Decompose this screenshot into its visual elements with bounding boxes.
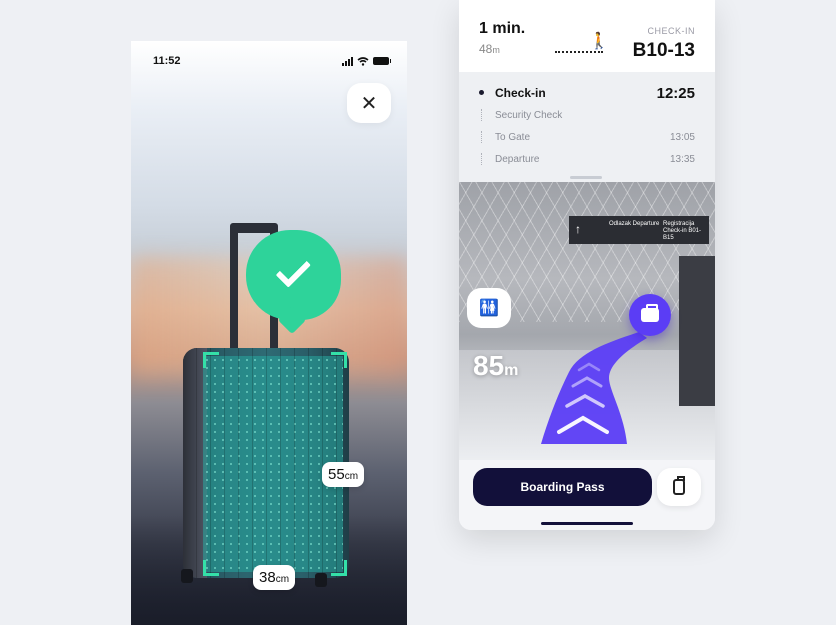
luggage-icon [673, 476, 685, 495]
walk-indicator: 🚶 [555, 32, 611, 56]
close-button[interactable]: ✕ [347, 83, 391, 123]
luggage-button[interactable] [657, 468, 701, 506]
home-indicator[interactable] [541, 522, 633, 525]
route-summary: 1 min. 48m 🚶 CHECK-IN B10-13 [459, 0, 715, 72]
ar-distance-unit: m [504, 362, 519, 379]
check-bubble [246, 230, 341, 320]
height-label: 55cm [322, 462, 365, 487]
scan-corner-top-right [331, 352, 347, 368]
timeline-time: 13:35 [669, 153, 695, 165]
status-time: 11:52 [153, 55, 181, 67]
baggage-icon [641, 304, 659, 322]
checkin-gate: B10-13 [632, 40, 695, 61]
timeline-label: Security Check [495, 109, 563, 121]
timeline-label: Departure [495, 153, 540, 165]
timeline-time: 13:05 [669, 131, 695, 143]
height-value: 55 [328, 466, 345, 483]
close-icon: ✕ [360, 92, 378, 115]
timeline-label: Check-in [495, 86, 546, 100]
timeline-time: 12:25 [656, 84, 695, 102]
timeline-tick [481, 109, 482, 121]
walk-distance-value: 48 [479, 42, 493, 56]
signal-icon [342, 56, 353, 66]
timeline-item-gate[interactable]: To Gate 13:05 [479, 126, 695, 148]
height-unit: cm [344, 471, 359, 482]
boarding-pass-button[interactable]: Boarding Pass [473, 468, 652, 506]
baggage-marker[interactable] [629, 294, 671, 336]
sheet-grabber[interactable] [570, 176, 602, 179]
scan-corner-bottom-left [203, 560, 219, 576]
status-icons [342, 56, 391, 66]
restroom-icon: 🚻 [479, 300, 499, 317]
walk-distance-unit: m [492, 45, 500, 55]
restroom-marker[interactable]: 🚻 [467, 288, 511, 328]
status-bar: 11:52 [131, 51, 407, 71]
luggage-handle-grip [230, 223, 278, 233]
timeline[interactable]: Check-in 12:25 Security Check To Gate 13… [459, 72, 715, 182]
scan-corner-top-left [203, 352, 219, 368]
ar-camera-view: ↑ Odlazak Departure Registracija Check-i… [459, 182, 715, 460]
battery-icon [373, 57, 391, 65]
checkmark-icon [275, 252, 311, 288]
timeline-item-checkin[interactable]: Check-in 12:25 [479, 82, 695, 104]
wifi-icon [357, 56, 369, 66]
bottom-actions: Boarding Pass [459, 460, 715, 530]
timeline-item-departure[interactable]: Departure 13:35 [479, 148, 695, 170]
walk-path-dots [555, 51, 603, 53]
timeline-label: To Gate [495, 131, 531, 143]
wheel-right [315, 573, 327, 587]
width-label: 38cm [253, 565, 296, 590]
wheel-left [181, 569, 193, 583]
navigation-screen: 1 min. 48m 🚶 CHECK-IN B10-13 Check-in 12… [459, 0, 715, 530]
ar-distance-value: 85 [473, 350, 505, 381]
width-unit: cm [275, 574, 290, 585]
width-value: 38 [259, 569, 276, 586]
walking-person-icon: 🚶 [589, 33, 609, 50]
luggage-scan-screen: 11:52 ✕ 55cm 38cm [131, 41, 407, 625]
timeline-tick [481, 153, 482, 165]
scan-corner-bottom-right [331, 560, 347, 576]
ar-distance: 85m [473, 350, 518, 382]
timeline-tick [481, 131, 482, 143]
luggage-handle-left [230, 227, 238, 351]
timeline-dot [479, 90, 484, 95]
timeline-item-security[interactable]: Security Check [479, 104, 695, 126]
checkin-label: CHECK-IN [647, 26, 695, 36]
